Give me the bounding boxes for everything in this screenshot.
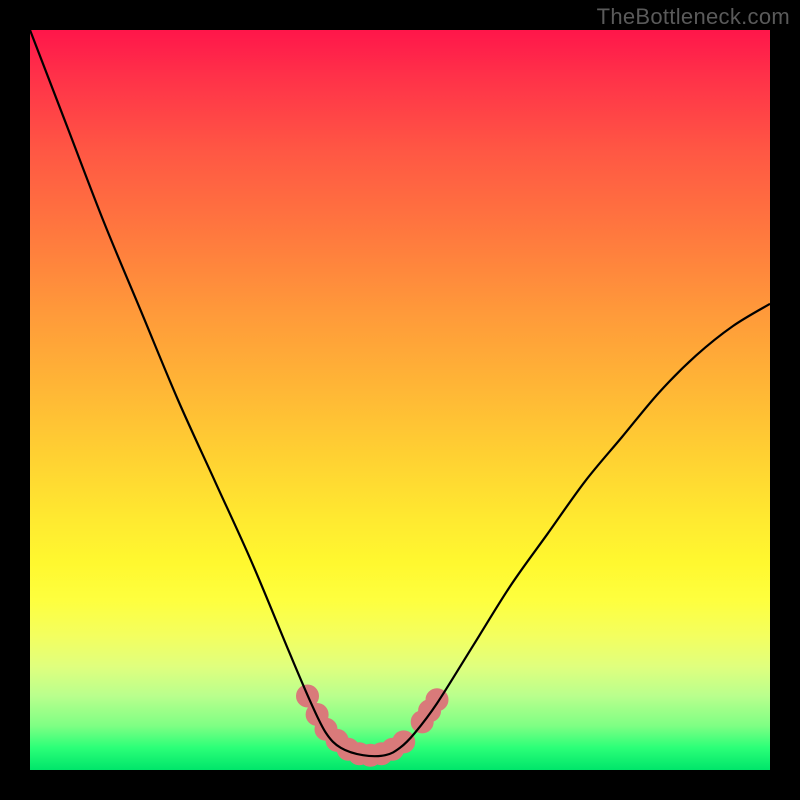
watermark-text: TheBottleneck.com (597, 4, 790, 30)
marker-layer (297, 685, 449, 766)
curve-path (30, 30, 770, 756)
chart-plot-area (30, 30, 770, 770)
chart-frame: TheBottleneck.com (0, 0, 800, 800)
chart-svg (30, 30, 770, 770)
